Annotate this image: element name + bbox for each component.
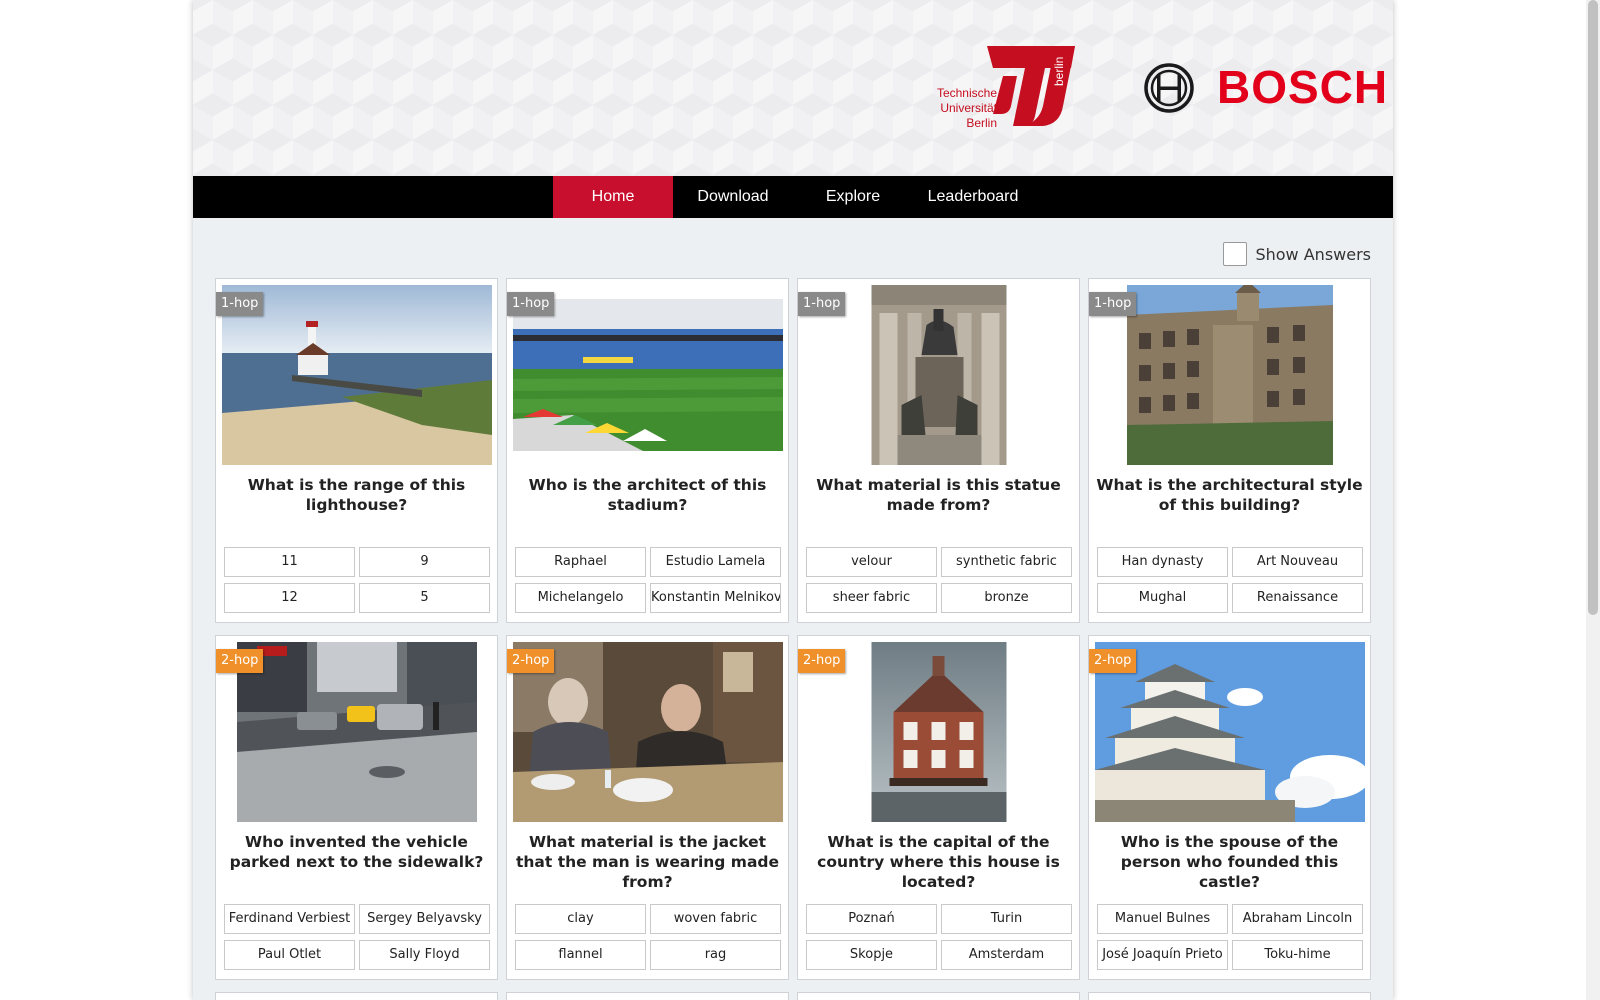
- street-image: [236, 642, 477, 822]
- answer-options: 11 9 12 5: [224, 547, 490, 613]
- answer-option[interactable]: bronze: [941, 583, 1072, 613]
- answer-options: clay woven fabric flannel rag: [515, 904, 781, 970]
- hop-badge: 1-hop: [507, 292, 555, 316]
- nav-download[interactable]: Download: [673, 176, 793, 218]
- answer-option[interactable]: Manuel Bulnes: [1097, 904, 1228, 934]
- answer-option[interactable]: Raphael: [515, 547, 646, 577]
- question-text: What is the range of this lighthouse?: [247, 476, 466, 514]
- header-banner: Technische Universität Berlin berlin BOS…: [193, 0, 1393, 176]
- answer-option[interactable]: clay: [515, 904, 646, 934]
- answer-option[interactable]: Mughal: [1097, 583, 1228, 613]
- question-image[interactable]: [512, 299, 783, 451]
- answer-option[interactable]: rag: [650, 940, 781, 970]
- page-scrollbar[interactable]: [1586, 0, 1600, 1000]
- show-answers-label: Show Answers: [1255, 244, 1371, 264]
- answer-option[interactable]: José Joaquín Prieto: [1097, 940, 1228, 970]
- answer-option[interactable]: Renaissance: [1232, 583, 1363, 613]
- question-card: 2-hop Who invented the vehicle parked ne…: [215, 635, 498, 980]
- main-navigation: Home Download Explore Leaderboard: [193, 176, 1393, 218]
- question-text: What material is this statue made from?: [816, 476, 1061, 514]
- answer-option[interactable]: Amsterdam: [941, 940, 1072, 970]
- answer-option[interactable]: woven fabric: [650, 904, 781, 934]
- question-image[interactable]: [236, 642, 477, 822]
- answer-option[interactable]: 9: [359, 547, 490, 577]
- answer-option[interactable]: 11: [224, 547, 355, 577]
- question-card: 1-hop What material is this statue made …: [797, 278, 1080, 623]
- answer-options: Poznań Turin Skopje Amsterdam: [806, 904, 1072, 970]
- answer-option[interactable]: Han dynasty: [1097, 547, 1228, 577]
- question-card: 2-hop What material is the jacket that t…: [506, 635, 789, 980]
- hop-badge: 2-hop: [216, 649, 264, 673]
- answer-options: velour synthetic fabric sheer fabric bro…: [806, 547, 1072, 613]
- question-grid: 1-hop What is the range of this lighthou…: [215, 278, 1371, 1000]
- answer-option[interactable]: velour: [806, 547, 937, 577]
- answer-option[interactable]: Skopje: [806, 940, 937, 970]
- question-text: Who is the spouse of the person who foun…: [1120, 833, 1339, 891]
- tu-berlin-logo[interactable]: Technische Universität Berlin berlin: [935, 46, 1085, 132]
- question-image[interactable]: [871, 642, 1006, 822]
- answer-option[interactable]: Ferdinand Verbiest: [224, 904, 355, 934]
- question-image[interactable]: [871, 285, 1006, 465]
- question-text: What is the capital of the country where…: [817, 833, 1060, 891]
- bosch-armature-icon: [1144, 63, 1194, 113]
- tu-berlin-mark: berlin: [987, 46, 1075, 126]
- scrollbar-thumb[interactable]: [1588, 0, 1598, 615]
- question-card: [1088, 992, 1371, 1000]
- answer-options: Ferdinand Verbiest Sergey Belyavsky Paul…: [224, 904, 490, 970]
- answer-option[interactable]: Konstantin Melnikov: [650, 583, 781, 613]
- question-text: What is the architectural style of this …: [1096, 476, 1363, 514]
- answer-option[interactable]: flannel: [515, 940, 646, 970]
- hop-badge: 1-hop: [216, 292, 264, 316]
- question-text: Who is the architect of this stadium?: [528, 476, 767, 514]
- hop-badge: 2-hop: [507, 649, 555, 673]
- hop-badge: 2-hop: [798, 649, 846, 673]
- question-card: [506, 992, 789, 1000]
- question-card: 1-hop What is the range of this lighthou…: [215, 278, 498, 623]
- building-image: [1126, 285, 1333, 465]
- answer-options: Han dynasty Art Nouveau Mughal Renaissan…: [1097, 547, 1363, 613]
- question-image[interactable]: [1126, 285, 1333, 465]
- answer-option[interactable]: Michelangelo: [515, 583, 646, 613]
- answer-option[interactable]: 5: [359, 583, 490, 613]
- answer-option[interactable]: Abraham Lincoln: [1232, 904, 1363, 934]
- question-card: [215, 992, 498, 1000]
- statue-image: [871, 285, 1006, 465]
- answer-options: Raphael Estudio Lamela Michelangelo Kons…: [515, 547, 781, 613]
- show-answers-toggle[interactable]: Show Answers: [1223, 242, 1371, 266]
- stadium-image: [512, 299, 783, 451]
- bosch-wordmark[interactable]: BOSCH: [1217, 60, 1388, 114]
- answer-option[interactable]: Sergey Belyavsky: [359, 904, 490, 934]
- house-image: [871, 642, 1006, 822]
- nav-explore[interactable]: Explore: [793, 176, 913, 218]
- question-card: [797, 992, 1080, 1000]
- hop-badge: 1-hop: [798, 292, 846, 316]
- hop-badge: 1-hop: [1089, 292, 1137, 316]
- question-text: Who invented the vehicle parked next to …: [229, 833, 484, 871]
- answer-option[interactable]: synthetic fabric: [941, 547, 1072, 577]
- answer-option[interactable]: Art Nouveau: [1232, 547, 1363, 577]
- question-card: 1-hop Who is the architect of this stadi…: [506, 278, 789, 623]
- answer-option[interactable]: 12: [224, 583, 355, 613]
- answer-option[interactable]: Estudio Lamela: [650, 547, 781, 577]
- answer-option[interactable]: Toku-hime: [1232, 940, 1363, 970]
- answer-option[interactable]: Turin: [941, 904, 1072, 934]
- question-card: 2-hop What is the capital of the country…: [797, 635, 1080, 980]
- nav-leaderboard[interactable]: Leaderboard: [913, 176, 1033, 218]
- answer-option[interactable]: Paul Otlet: [224, 940, 355, 970]
- answer-option[interactable]: Sally Floyd: [359, 940, 490, 970]
- answer-option[interactable]: Poznań: [806, 904, 937, 934]
- question-card: 2-hop Who is the spouse of the person wh…: [1088, 635, 1371, 980]
- answer-options: Manuel Bulnes Abraham Lincoln José Joaqu…: [1097, 904, 1363, 970]
- question-card: 1-hop What is the architectural style of…: [1088, 278, 1371, 623]
- show-answers-checkbox[interactable]: [1223, 242, 1248, 266]
- question-text: What material is the jacket that the man…: [515, 833, 780, 891]
- tu-berlin-side-text: berlin: [1052, 57, 1066, 86]
- page-container: Technische Universität Berlin berlin BOS…: [193, 0, 1393, 1000]
- hop-badge: 2-hop: [1089, 649, 1137, 673]
- nav-home[interactable]: Home: [553, 176, 673, 218]
- answer-option[interactable]: sheer fabric: [806, 583, 937, 613]
